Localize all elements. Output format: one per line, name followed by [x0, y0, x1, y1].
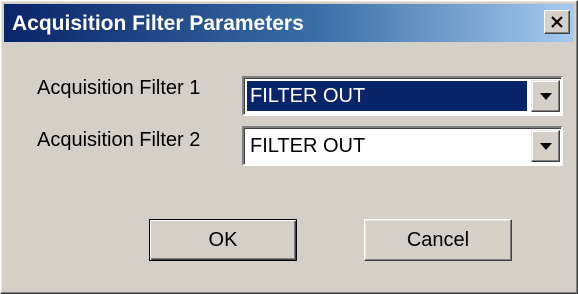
acquisition-filter-1-dropdown[interactable]: FILTER OUT [242, 76, 563, 116]
acquisition-filter-1-label: Acquisition Filter 1 [37, 77, 201, 99]
acquisition-filter-dialog: Acquisition Filter Parameters Acquisitio… [0, 0, 578, 294]
ok-button[interactable]: OK [149, 219, 297, 261]
dialog-title: Acquisition Filter Parameters [12, 12, 304, 35]
dropdown-arrow-button[interactable] [531, 130, 560, 162]
acquisition-filter-2-label: Acquisition Filter 2 [37, 129, 201, 151]
acquisition-filter-2-value: FILTER OUT [250, 135, 366, 157]
close-button[interactable] [544, 10, 570, 34]
cancel-button[interactable]: Cancel [364, 219, 512, 261]
acquisition-filter-1-value: FILTER OUT [247, 81, 527, 111]
close-icon [551, 16, 563, 28]
chevron-down-icon [539, 142, 552, 150]
chevron-down-icon [539, 92, 552, 100]
acquisition-filter-2-dropdown[interactable]: FILTER OUT [242, 126, 563, 166]
dropdown-arrow-button[interactable] [531, 80, 560, 112]
title-bar[interactable]: Acquisition Filter Parameters [4, 4, 574, 42]
